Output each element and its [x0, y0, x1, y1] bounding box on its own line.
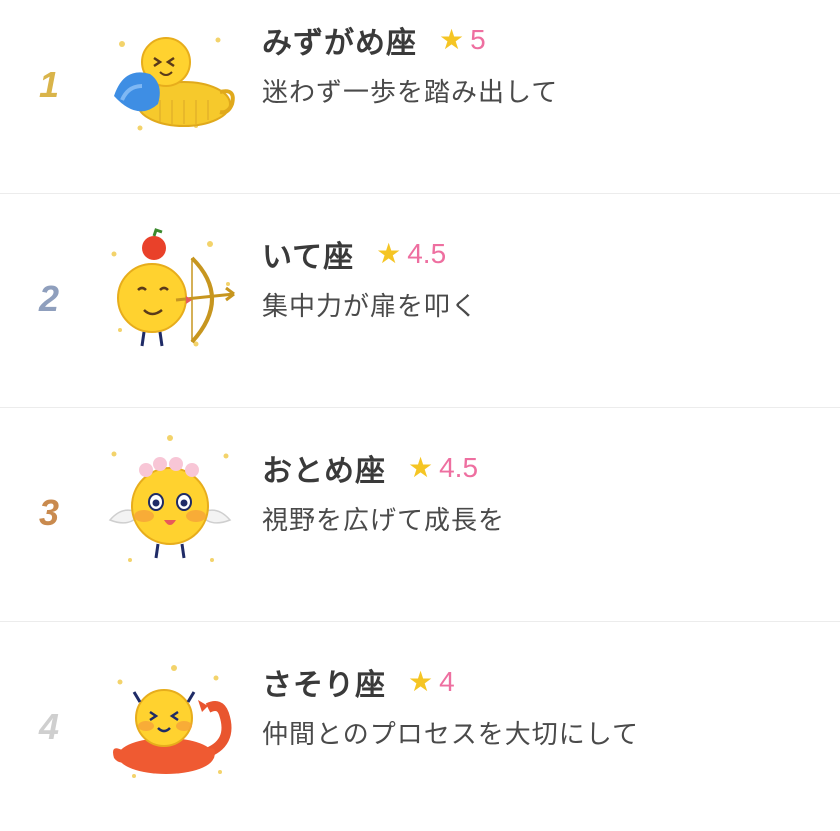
rank-number: 4	[38, 706, 60, 747]
ranking-row-scorpio[interactable]: 4 さそり座 ★ 4 仲間とのプロセスを大切にして	[0, 622, 840, 831]
ranking-row-virgo[interactable]: 3 おとめ座 ★ 4.5 視野を広げて成長を	[0, 408, 840, 622]
sign-heading: おとめ座 ★ 4.5	[262, 448, 479, 489]
star-icon: ★	[439, 23, 465, 56]
aquarius-character-icon	[114, 37, 235, 131]
horoscope-ranking-list: 1 みずがめ座 ★ 5 迷わず一歩を踏み出して 2 いて座 ★ 4.5 集中力が…	[0, 0, 840, 831]
sign-name: みずがめ座	[262, 26, 417, 61]
scorpio-character-icon	[113, 665, 232, 778]
ranking-row-aquarius[interactable]: 1 みずがめ座 ★ 5 迷わず一歩を踏み出して	[0, 0, 840, 194]
star-icon: ★	[408, 451, 434, 484]
sign-name: おとめ座	[262, 454, 386, 489]
sign-score: 4.5	[407, 238, 447, 269]
sign-heading: さそり座 ★ 4	[262, 662, 455, 703]
ranking-row-sagittarius[interactable]: 2 いて座 ★ 4.5 集中力が扉を叩く	[0, 194, 840, 408]
sagittarius-character-icon	[111, 228, 235, 347]
star-icon: ★	[376, 237, 402, 270]
sign-heading: いて座 ★ 4.5	[262, 234, 447, 275]
virgo-character-icon	[108, 435, 232, 562]
sign-message: 迷わず一歩を踏み出して	[262, 78, 559, 108]
star-icon: ★	[408, 665, 434, 698]
rank-number: 3	[38, 492, 60, 533]
sign-score: 4	[439, 666, 455, 697]
rank-number: 2	[38, 278, 60, 319]
rank-number: 1	[38, 64, 60, 105]
sign-message: 視野を広げて成長を	[262, 506, 506, 536]
sign-name: いて座	[262, 240, 355, 275]
sign-name: さそり座	[262, 668, 386, 703]
sign-message: 仲間とのプロセスを大切にして	[262, 720, 639, 750]
sign-score: 4.5	[439, 452, 479, 483]
sign-heading: みずがめ座 ★ 5	[262, 20, 486, 61]
sign-message: 集中力が扉を叩く	[262, 292, 479, 322]
sign-score: 5	[470, 24, 486, 55]
